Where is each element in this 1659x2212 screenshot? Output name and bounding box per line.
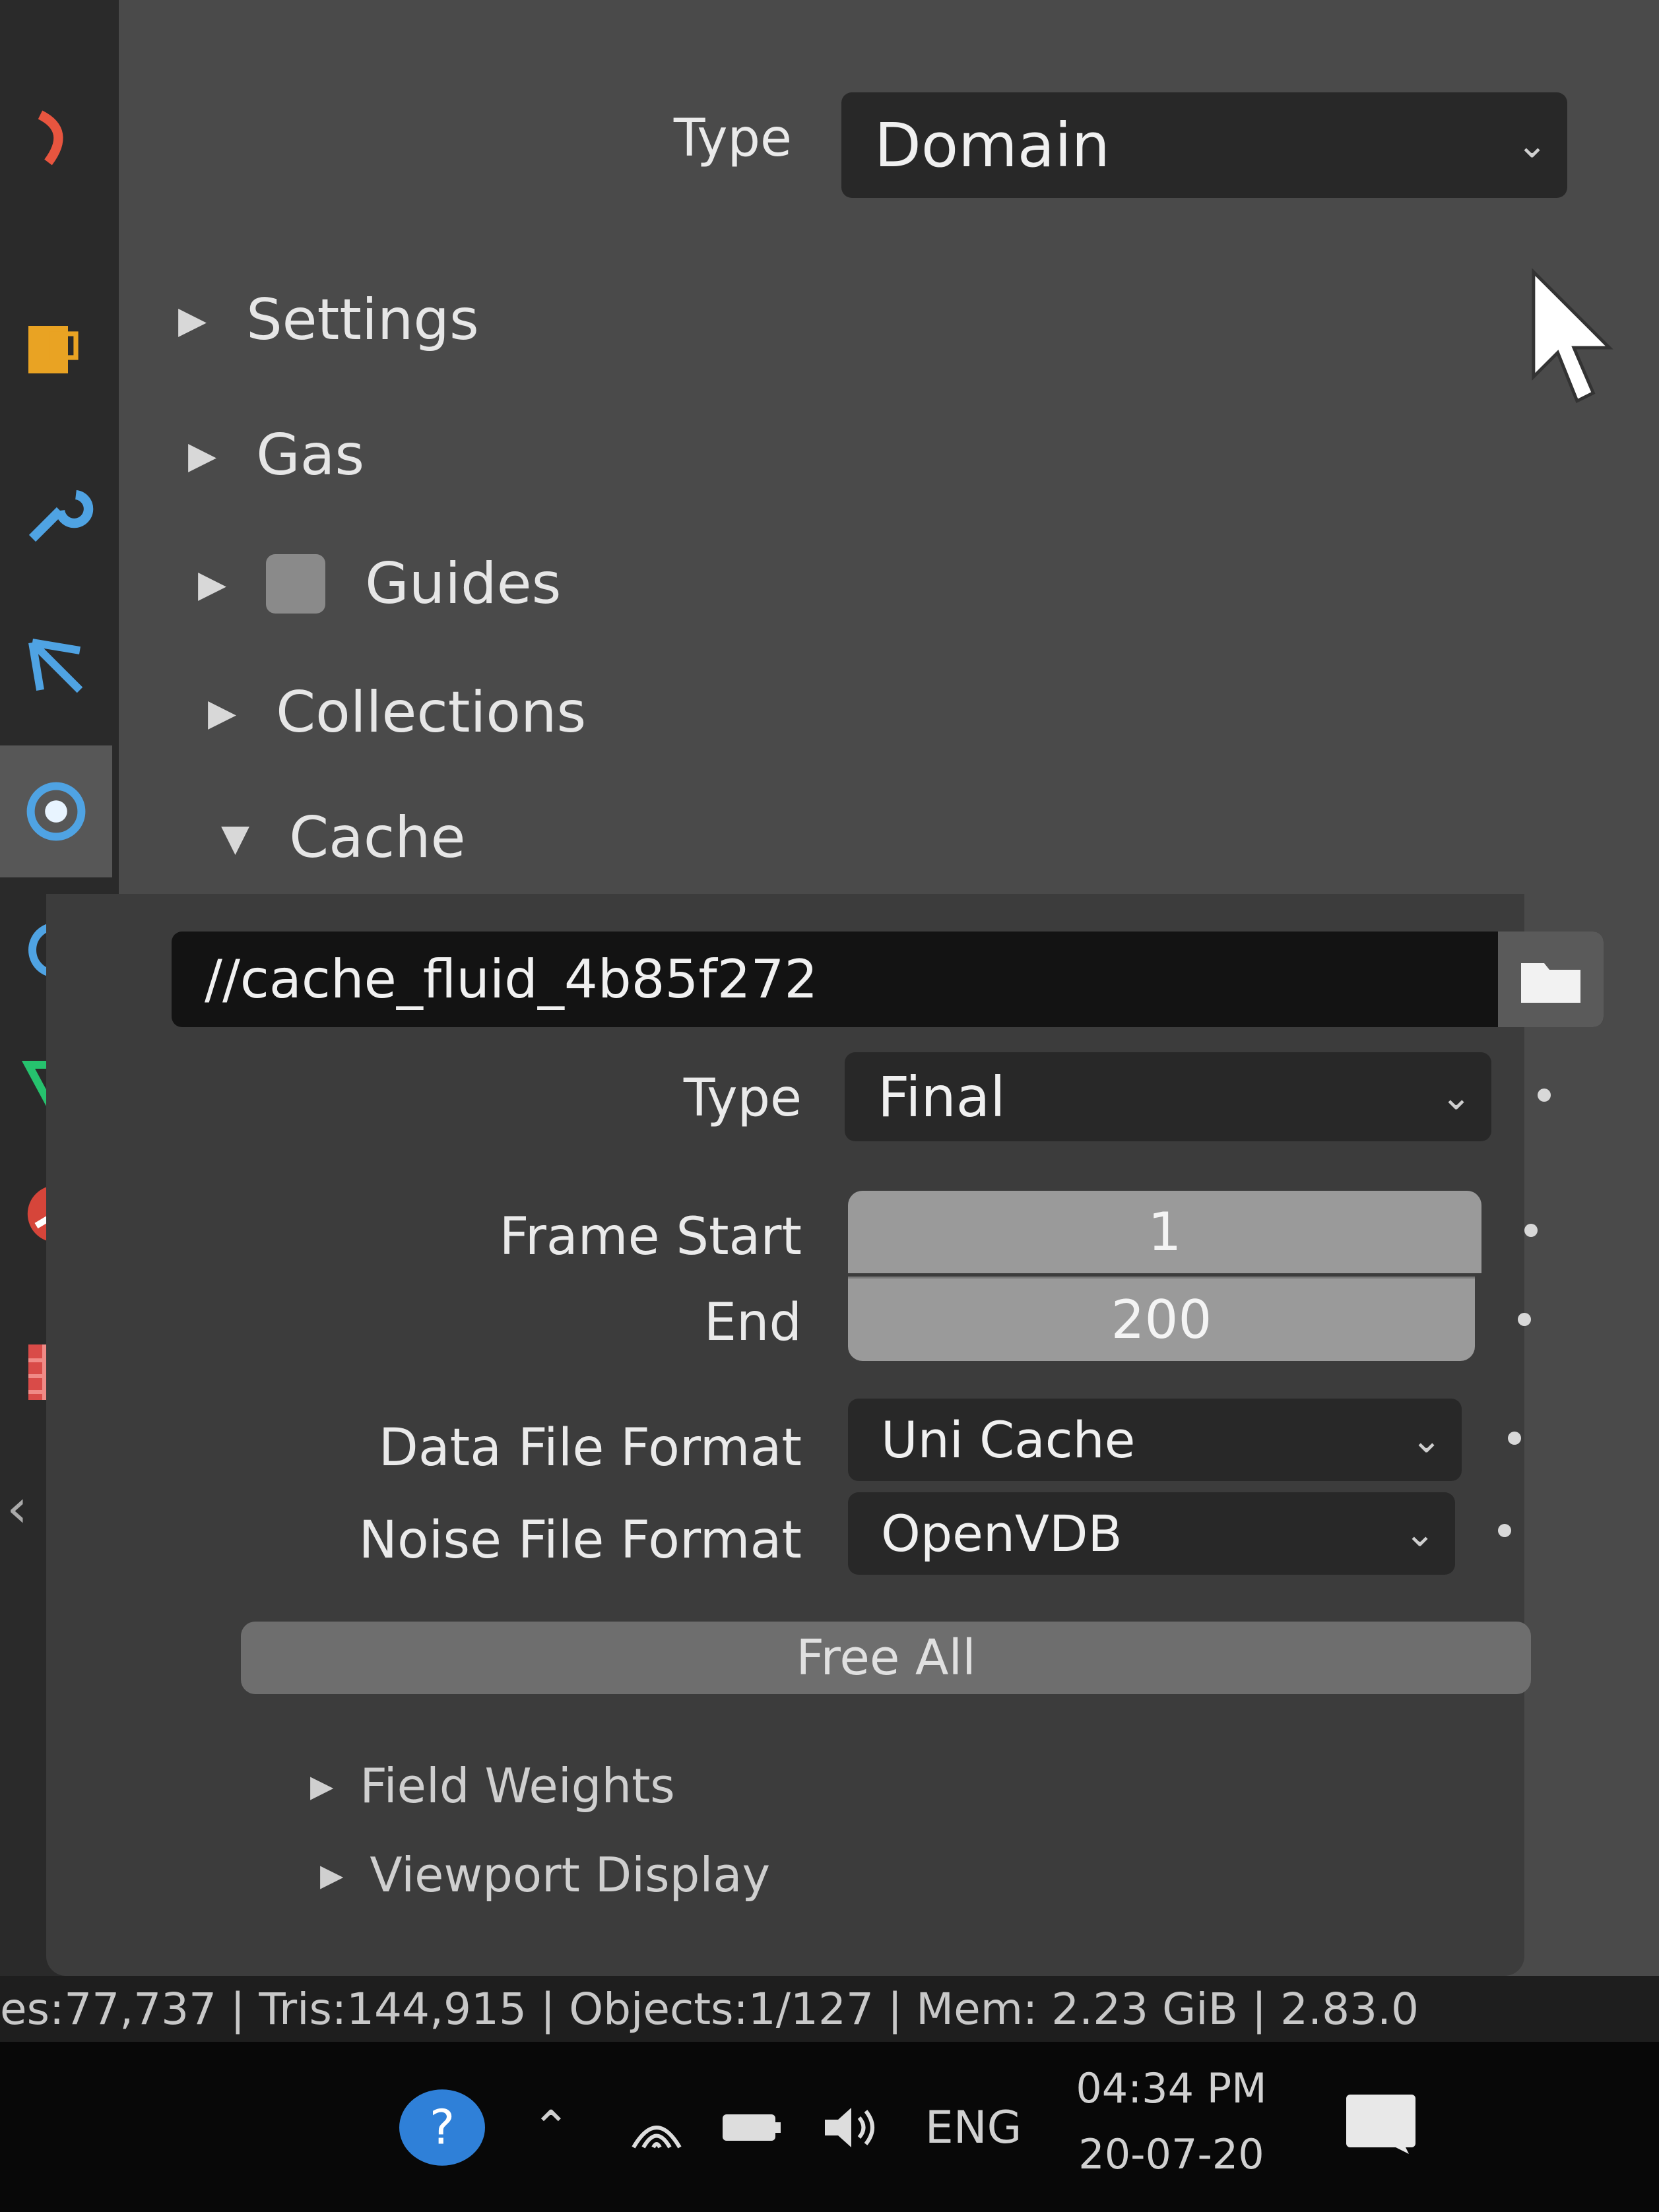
frame-end-field[interactable]: 200 <box>848 1277 1475 1361</box>
gas-label: Gas <box>256 422 365 488</box>
guides-checkbox[interactable] <box>266 554 326 614</box>
guides-section-header[interactable]: ▶ Guides <box>198 551 561 617</box>
keyframe-dot-icon[interactable] <box>1508 1432 1521 1445</box>
help-icon[interactable]: ? <box>389 2081 495 2174</box>
cache-section-header[interactable]: ▼ Cache <box>221 805 466 871</box>
chevron-down-icon: ⌄ <box>1404 1512 1435 1555</box>
fluid-type-dropdown[interactable]: Domain ⌄ <box>841 92 1567 198</box>
chevron-down-icon: ⌄ <box>1516 123 1547 167</box>
gas-section-header[interactable]: ▶ Gas <box>188 422 364 488</box>
clock-date[interactable]: 20-07-20 <box>1062 2121 1280 2187</box>
chevron-down-icon: ⌄ <box>1441 1075 1472 1118</box>
mouse-cursor-icon <box>1532 268 1613 404</box>
svg-text:?: ? <box>430 2101 455 2156</box>
keyframe-dot-icon[interactable] <box>1498 1524 1511 1537</box>
folder-browse-button[interactable] <box>1498 932 1604 1027</box>
noise-file-format-label: Noise File Format <box>358 1511 802 1570</box>
volume-icon[interactable] <box>815 2095 888 2161</box>
data-file-format-dropdown[interactable]: Uni Cache ⌄ <box>848 1399 1462 1481</box>
keyframe-dot-icon[interactable] <box>1538 1089 1551 1102</box>
cache-type-label: Type <box>683 1069 802 1128</box>
data-file-format-value: Uni Cache <box>881 1410 1136 1469</box>
status-bar: es:77,737 | Tris:144,915 | Objects:1/127… <box>0 1976 1659 2042</box>
scene-statistics-text: es:77,737 | Tris:144,915 | Objects:1/127… <box>0 1983 1419 2035</box>
frame-start-label: Frame Start <box>499 1207 802 1267</box>
cache-directory-field[interactable]: //cache_fluid_4b85f272 <box>172 932 1604 1027</box>
viewport-display-section-header[interactable]: ▶ Viewport Display <box>320 1847 770 1903</box>
folder-icon <box>1521 963 1580 1003</box>
noise-file-format-dropdown[interactable]: OpenVDB ⌄ <box>848 1492 1455 1575</box>
physics-icon[interactable] <box>0 284 112 416</box>
guides-label: Guides <box>365 551 562 617</box>
settings-section-header[interactable]: ▶ Settings <box>178 287 479 353</box>
collections-section-header[interactable]: ▶ Collections <box>208 679 586 745</box>
collapse-triangle-icon: ▼ <box>221 816 250 860</box>
show-hidden-icons-chevron-icon[interactable]: ⌃ <box>521 2095 581 2161</box>
collections-label: Collections <box>276 679 587 745</box>
keyframe-dot-icon[interactable] <box>1518 1313 1531 1326</box>
battery-icon[interactable] <box>716 2098 789 2157</box>
expand-triangle-icon: ▶ <box>178 298 207 342</box>
fluid-physics-icon[interactable] <box>0 745 112 877</box>
constraints-icon[interactable] <box>0 600 112 732</box>
field-weights-label: Field Weights <box>360 1758 675 1814</box>
language-indicator[interactable]: ENG <box>921 2091 1026 2164</box>
clock-time[interactable]: 04:34 PM <box>1062 2055 1280 2121</box>
frame-start-value: 1 <box>1148 1201 1182 1263</box>
frame-start-field[interactable]: 1 <box>848 1191 1481 1273</box>
fluid-type-value: Domain <box>874 110 1110 181</box>
expand-triangle-icon: ▶ <box>198 562 227 606</box>
action-center-icon[interactable] <box>1333 2081 1432 2167</box>
cache-directory-value: //cache_fluid_4b85f272 <box>205 949 818 1010</box>
free-all-label: Free All <box>796 1629 976 1686</box>
modifier-wrench-icon[interactable] <box>0 449 112 581</box>
viewport-display-label: Viewport Display <box>370 1847 771 1903</box>
windows-taskbar: ? ⌃ ENG 04:34 PM 20-07-20 <box>0 2042 1659 2212</box>
noise-file-format-value: OpenVDB <box>881 1504 1122 1563</box>
expand-triangle-icon: ▶ <box>320 1857 344 1893</box>
expand-triangle-icon: ▶ <box>208 691 237 734</box>
field-weights-section-header[interactable]: ▶ Field Weights <box>310 1758 675 1814</box>
cache-label: Cache <box>289 805 466 871</box>
collapse-arrow-icon[interactable]: ‹ <box>7 1478 28 1539</box>
expand-triangle-icon: ▶ <box>310 1768 334 1804</box>
cache-type-value: Final <box>878 1064 1006 1129</box>
expand-triangle-icon: ▶ <box>188 433 217 477</box>
wifi-icon[interactable] <box>624 2095 690 2161</box>
cache-type-dropdown[interactable]: Final ⌄ <box>845 1052 1491 1141</box>
frame-end-value: 200 <box>1111 1289 1212 1350</box>
particles-icon[interactable] <box>0 73 112 205</box>
keyframe-dot-icon[interactable] <box>1524 1224 1538 1237</box>
data-file-format-label: Data File Format <box>378 1418 802 1478</box>
fluid-type-label: Type <box>673 109 792 168</box>
settings-label: Settings <box>246 287 479 353</box>
chevron-down-icon: ⌄ <box>1411 1418 1442 1461</box>
free-all-button[interactable]: Free All <box>241 1622 1531 1694</box>
frame-end-label: End <box>703 1293 802 1352</box>
